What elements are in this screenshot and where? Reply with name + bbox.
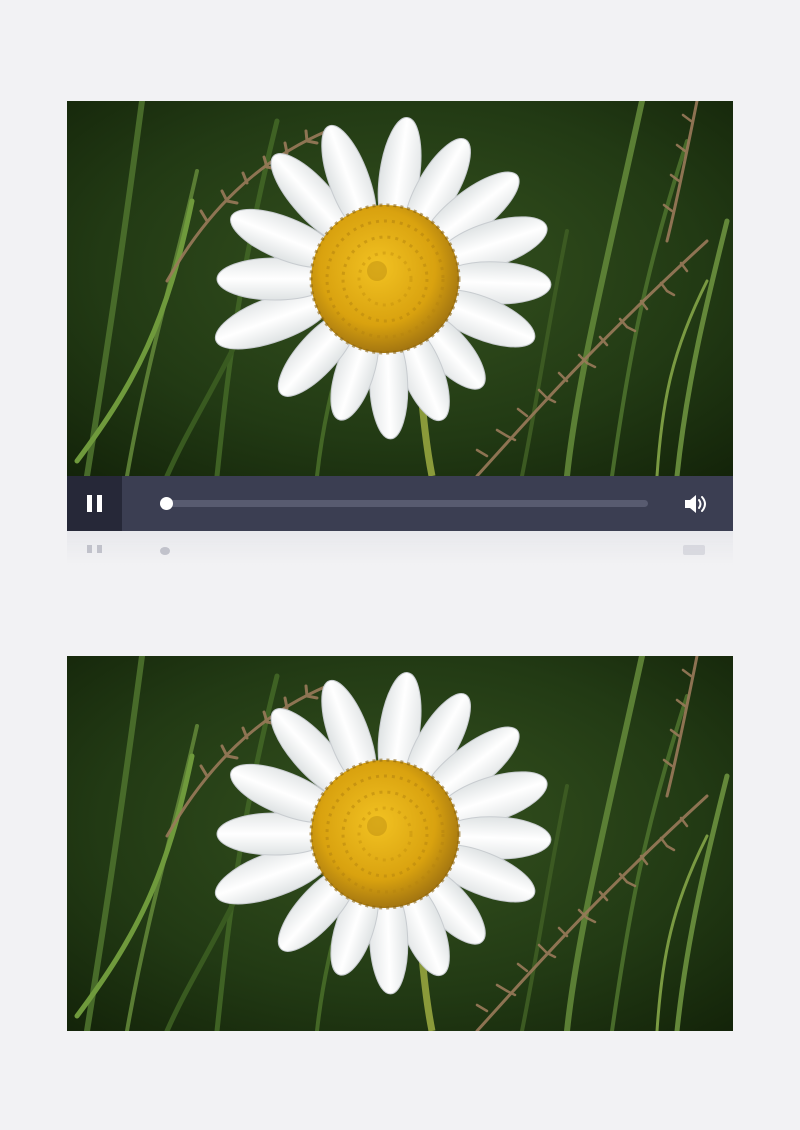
pause-button[interactable] <box>67 476 122 531</box>
progress-track[interactable] <box>160 497 648 510</box>
daisy-flower-image <box>67 101 733 476</box>
progress-knob[interactable] <box>160 497 173 510</box>
video-control-bar <box>67 476 733 531</box>
control-bar-reflection <box>67 531 733 565</box>
daisy-flower-image <box>67 656 733 1031</box>
video-frame[interactable] <box>67 101 733 476</box>
speaker-volume-icon[interactable] <box>682 491 708 517</box>
video-frame <box>67 656 733 1031</box>
pause-icon <box>87 495 92 512</box>
